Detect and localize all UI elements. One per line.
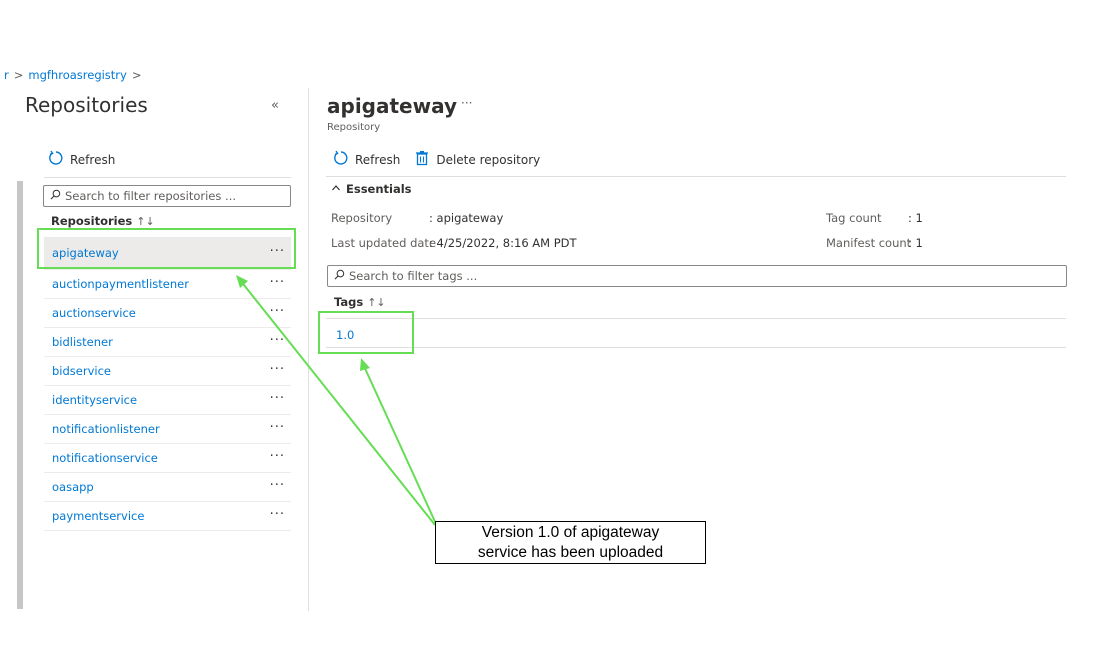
tags-column-header[interactable]: Tags ↑↓ bbox=[334, 295, 386, 309]
callout-line-1: Version 1.0 of apigateway bbox=[481, 523, 660, 541]
repository-row[interactable]: paymentservice ··· bbox=[44, 502, 291, 531]
collapse-panel-icon[interactable]: « bbox=[271, 98, 279, 113]
refresh-repositories-button[interactable]: Refresh bbox=[48, 150, 115, 169]
refresh-label: Refresh bbox=[355, 152, 401, 167]
breadcrumb-separator: > bbox=[13, 68, 24, 82]
toolbar: Refresh Delete repository bbox=[333, 150, 540, 169]
refresh-icon bbox=[48, 150, 64, 169]
repository-name[interactable]: bidlistener bbox=[44, 335, 113, 349]
repository-search-placeholder: Search to filter repositories ... bbox=[65, 189, 237, 203]
refresh-label: Refresh bbox=[70, 152, 116, 167]
more-options-icon[interactable]: ··· bbox=[270, 362, 285, 377]
delete-label: Delete repository bbox=[436, 152, 541, 167]
sort-icon[interactable]: ↑↓ bbox=[367, 296, 385, 309]
essentials-label: Last updated date bbox=[331, 236, 437, 250]
essentials-label: Essentials bbox=[346, 182, 412, 196]
more-options-icon[interactable]: ··· bbox=[270, 507, 285, 522]
repository-search-input[interactable]: Search to filter repositories ... bbox=[43, 185, 291, 207]
more-options-icon[interactable]: ··· bbox=[270, 478, 285, 493]
arrowhead bbox=[360, 358, 370, 371]
repository-name[interactable]: paymentservice bbox=[44, 509, 144, 523]
repositories-panel-title: Repositories bbox=[25, 93, 148, 117]
more-options-icon[interactable]: ··· bbox=[270, 333, 285, 348]
repository-name[interactable]: identityservice bbox=[44, 393, 137, 407]
annotation-highlight-selected-repo bbox=[37, 228, 296, 269]
page-subtitle: Repository bbox=[327, 122, 381, 133]
delete-repository-button[interactable]: Delete repository bbox=[414, 150, 540, 169]
repository-name[interactable]: notificationlistener bbox=[44, 422, 160, 436]
column-header-label: Repositories bbox=[51, 214, 133, 228]
breadcrumb: r > mgfhroasregistry > bbox=[4, 68, 146, 82]
more-options-icon[interactable]: ··· bbox=[270, 275, 285, 290]
essentials-toggle[interactable]: Essentials bbox=[331, 182, 412, 196]
repository-name[interactable]: auctionpaymentlistener bbox=[44, 277, 189, 291]
repository-row[interactable]: notificationservice ··· bbox=[44, 444, 291, 473]
essentials-last-updated: Last updated date bbox=[331, 236, 436, 250]
breadcrumb-item-registry[interactable]: mgfhroasregistry bbox=[28, 68, 126, 82]
more-options-icon[interactable]: ··· bbox=[270, 449, 285, 464]
essentials-tag-count-value: : 1 bbox=[908, 211, 923, 225]
tags-search-placeholder: Search to filter tags ... bbox=[349, 269, 478, 283]
repository-row[interactable]: identityservice ··· bbox=[44, 386, 291, 415]
trash-icon bbox=[414, 150, 430, 169]
essentials-label: Repository bbox=[331, 211, 393, 225]
divider bbox=[44, 177, 291, 178]
essentials-tag-count: Tag count bbox=[826, 211, 882, 225]
callout-line-2: service has been uploaded bbox=[477, 543, 664, 561]
essentials-manifest-count-value: : 1 bbox=[908, 236, 923, 250]
repository-list: apigateway ··· auctionpaymentlistener ··… bbox=[44, 237, 291, 531]
repository-name[interactable]: bidservice bbox=[44, 364, 111, 378]
page-title: apigateway bbox=[327, 94, 457, 118]
repository-row[interactable]: bidlistener ··· bbox=[44, 328, 291, 357]
more-options-icon[interactable]: ··· bbox=[270, 304, 285, 319]
repository-row[interactable]: auctionservice ··· bbox=[44, 299, 291, 328]
refresh-button[interactable]: Refresh bbox=[333, 150, 400, 169]
divider bbox=[326, 176, 1066, 177]
tags-header-label: Tags bbox=[334, 295, 364, 309]
left-scrollbar[interactable] bbox=[17, 181, 23, 609]
sort-icon[interactable]: ↑↓ bbox=[136, 215, 154, 228]
essentials-last-updated-value: : 4/25/2022, 8:16 AM PDT bbox=[429, 236, 577, 250]
repository-row[interactable]: oasapp ··· bbox=[44, 473, 291, 502]
annotation-highlight-tag bbox=[318, 311, 414, 354]
repository-name[interactable]: oasapp bbox=[44, 480, 94, 494]
essentials-repository: Repository bbox=[331, 211, 392, 225]
tags-search-input[interactable]: Search to filter tags ... bbox=[327, 265, 1067, 287]
breadcrumb-item-parent[interactable]: r bbox=[4, 68, 9, 82]
repository-name[interactable]: notificationservice bbox=[44, 451, 158, 465]
annotation-callout: Version 1.0 of apigateway service has be… bbox=[435, 521, 706, 564]
repositories-column-header[interactable]: Repositories ↑↓ bbox=[51, 214, 155, 228]
chevron-up-icon bbox=[331, 182, 341, 196]
essentials-label: Tag count bbox=[826, 211, 882, 225]
divider bbox=[326, 318, 1066, 319]
search-icon bbox=[44, 189, 65, 203]
essentials-repository-value: : apigateway bbox=[429, 211, 504, 225]
repository-row[interactable]: bidservice ··· bbox=[44, 357, 291, 386]
annotation-arrow bbox=[362, 363, 438, 527]
more-options-icon[interactable]: ··· bbox=[270, 391, 285, 406]
essentials-label: Manifest count bbox=[826, 236, 912, 250]
breadcrumb-separator: > bbox=[131, 68, 142, 82]
refresh-icon bbox=[333, 150, 349, 169]
repository-row[interactable]: notificationlistener ··· bbox=[44, 415, 291, 444]
more-options-icon[interactable]: ··· bbox=[461, 96, 472, 110]
essentials-manifest-count: Manifest count bbox=[826, 236, 911, 250]
more-options-icon[interactable]: ··· bbox=[270, 420, 285, 435]
panel-divider bbox=[308, 88, 309, 611]
divider bbox=[326, 347, 1066, 348]
repository-name[interactable]: auctionservice bbox=[44, 306, 136, 320]
repository-row[interactable]: auctionpaymentlistener ··· bbox=[44, 270, 291, 299]
search-icon bbox=[328, 269, 349, 283]
